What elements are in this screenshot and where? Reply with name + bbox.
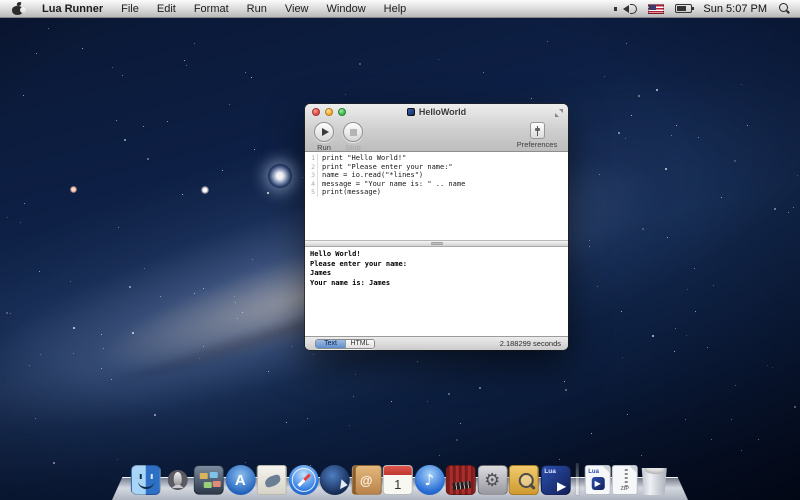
- code-line[interactable]: 1print "Hello World!": [305, 154, 568, 163]
- dock-icon-mail[interactable]: [257, 465, 287, 495]
- dock-icon-ichat[interactable]: [320, 465, 350, 495]
- code-text: message = "Your name is: " .. name: [318, 180, 465, 189]
- dock-icon-safari[interactable]: [288, 465, 318, 495]
- dock: Lua Lua ZIP: [0, 454, 800, 500]
- code-line[interactable]: 2print "Please enter your name:": [305, 163, 568, 172]
- code-line[interactable]: 3name = io.read("*lines"): [305, 171, 568, 180]
- code-text: print "Please enter your name:": [318, 163, 453, 172]
- code-line[interactable]: 4message = "Your name is: " .. name: [305, 180, 568, 189]
- dock-icon-lua-doc[interactable]: Lua: [584, 465, 610, 495]
- us-flag-icon[interactable]: [648, 4, 664, 14]
- menu-item-format[interactable]: Format: [185, 0, 238, 17]
- output-line: Please enter your name:: [310, 260, 568, 270]
- dock-separator: [576, 463, 579, 495]
- spotlight-icon[interactable]: [778, 3, 790, 15]
- dock-icon-itunes[interactable]: [414, 465, 444, 495]
- menu-clock[interactable]: Sun 5:07 PM: [703, 3, 767, 15]
- apple-logo-icon: [12, 3, 23, 15]
- splitter-handle-icon: [431, 242, 443, 245]
- stop-icon: [350, 129, 357, 136]
- code-editor[interactable]: 1print "Hello World!"2print "Please ente…: [305, 152, 568, 240]
- status-bar: TextHTML 2.188299 seconds: [305, 336, 568, 350]
- title-group: HelloWorld: [407, 107, 466, 117]
- toolbar: Run Stop Preferences: [305, 120, 568, 152]
- apple-menu[interactable]: [0, 0, 33, 17]
- zoom-button[interactable]: [338, 108, 346, 116]
- dock-icon-address-book[interactable]: [351, 465, 381, 495]
- tab-text[interactable]: Text: [316, 340, 345, 348]
- code-line[interactable]: 5print(message): [305, 188, 568, 197]
- output-line: Hello World!: [310, 250, 568, 260]
- menu-item-edit[interactable]: Edit: [148, 0, 185, 17]
- output-console[interactable]: Hello World!Please enter your name:James…: [305, 247, 568, 336]
- dock-icon-label: Lua: [588, 469, 599, 475]
- output-line: Your name is: James: [310, 279, 568, 289]
- dock-icon-finder[interactable]: [131, 465, 161, 495]
- code-text: print(message): [318, 188, 381, 197]
- dock-icon-ical[interactable]: [383, 465, 413, 495]
- menu-item-file[interactable]: File: [112, 0, 148, 17]
- dock-icon-label: Lua: [544, 468, 556, 475]
- menu-item-lua-runner[interactable]: Lua Runner: [33, 0, 112, 17]
- menu-item-run[interactable]: Run: [238, 0, 276, 17]
- window-chrome: HelloWorld Run Stop Preferences: [305, 104, 568, 152]
- tab-html[interactable]: HTML: [345, 340, 374, 348]
- window-title: HelloWorld: [419, 107, 466, 117]
- run-button[interactable]: Run: [311, 122, 337, 152]
- dock-icon-mission-control[interactable]: [194, 465, 224, 495]
- preferences-button[interactable]: Preferences: [514, 122, 560, 149]
- line-number: 1: [305, 154, 318, 163]
- desktop[interactable]: Lua RunnerFileEditFormatRunViewWindowHel…: [0, 0, 800, 500]
- dock-icon-label: ZIP: [613, 486, 637, 492]
- code-text: name = io.read("*lines"): [318, 171, 423, 180]
- close-button[interactable]: [312, 108, 320, 116]
- menu-status-area: Sun 5:07 PM: [623, 0, 800, 17]
- dock-icon-photo-booth[interactable]: [446, 465, 476, 495]
- helloworld-window: HelloWorld Run Stop Preferences: [305, 104, 568, 350]
- title-bar[interactable]: HelloWorld: [305, 104, 568, 120]
- battery-icon[interactable]: [675, 4, 692, 13]
- dock-icon-launchpad[interactable]: [162, 465, 192, 495]
- dock-icon-zip-doc[interactable]: ZIP: [612, 465, 638, 495]
- output-format-tabs: TextHTML: [315, 339, 375, 349]
- menu-item-view[interactable]: View: [276, 0, 318, 17]
- output-line: James: [310, 269, 568, 279]
- dock-icon-search-folder[interactable]: [509, 465, 539, 495]
- dock-icon-app-store[interactable]: [225, 465, 255, 495]
- dock-icon-lua-runner[interactable]: Lua: [540, 465, 570, 495]
- preferences-icon: [530, 122, 545, 139]
- play-icon: [322, 128, 329, 136]
- line-number: 4: [305, 180, 318, 189]
- fullscreen-icon[interactable]: [555, 109, 563, 117]
- line-number: 2: [305, 163, 318, 172]
- minimize-button[interactable]: [325, 108, 333, 116]
- code-text: print "Hello World!": [318, 154, 406, 163]
- menu-item-help[interactable]: Help: [375, 0, 416, 17]
- volume-icon[interactable]: [623, 3, 637, 15]
- line-number: 3: [305, 171, 318, 180]
- stop-button[interactable]: Stop: [340, 122, 366, 152]
- menu-item-window[interactable]: Window: [318, 0, 375, 17]
- elapsed-time: 2.188299 seconds: [500, 339, 561, 348]
- dock-icon-trash[interactable]: [639, 465, 669, 495]
- menu-items: Lua RunnerFileEditFormatRunViewWindowHel…: [0, 0, 415, 17]
- pane-splitter[interactable]: [305, 240, 568, 247]
- dock-icon-system-preferences[interactable]: [477, 465, 507, 495]
- document-proxy-icon[interactable]: [407, 108, 415, 116]
- menu-bar: Lua RunnerFileEditFormatRunViewWindowHel…: [0, 0, 800, 18]
- dock-icons: Lua Lua ZIP: [131, 463, 670, 495]
- line-number: 5: [305, 188, 318, 197]
